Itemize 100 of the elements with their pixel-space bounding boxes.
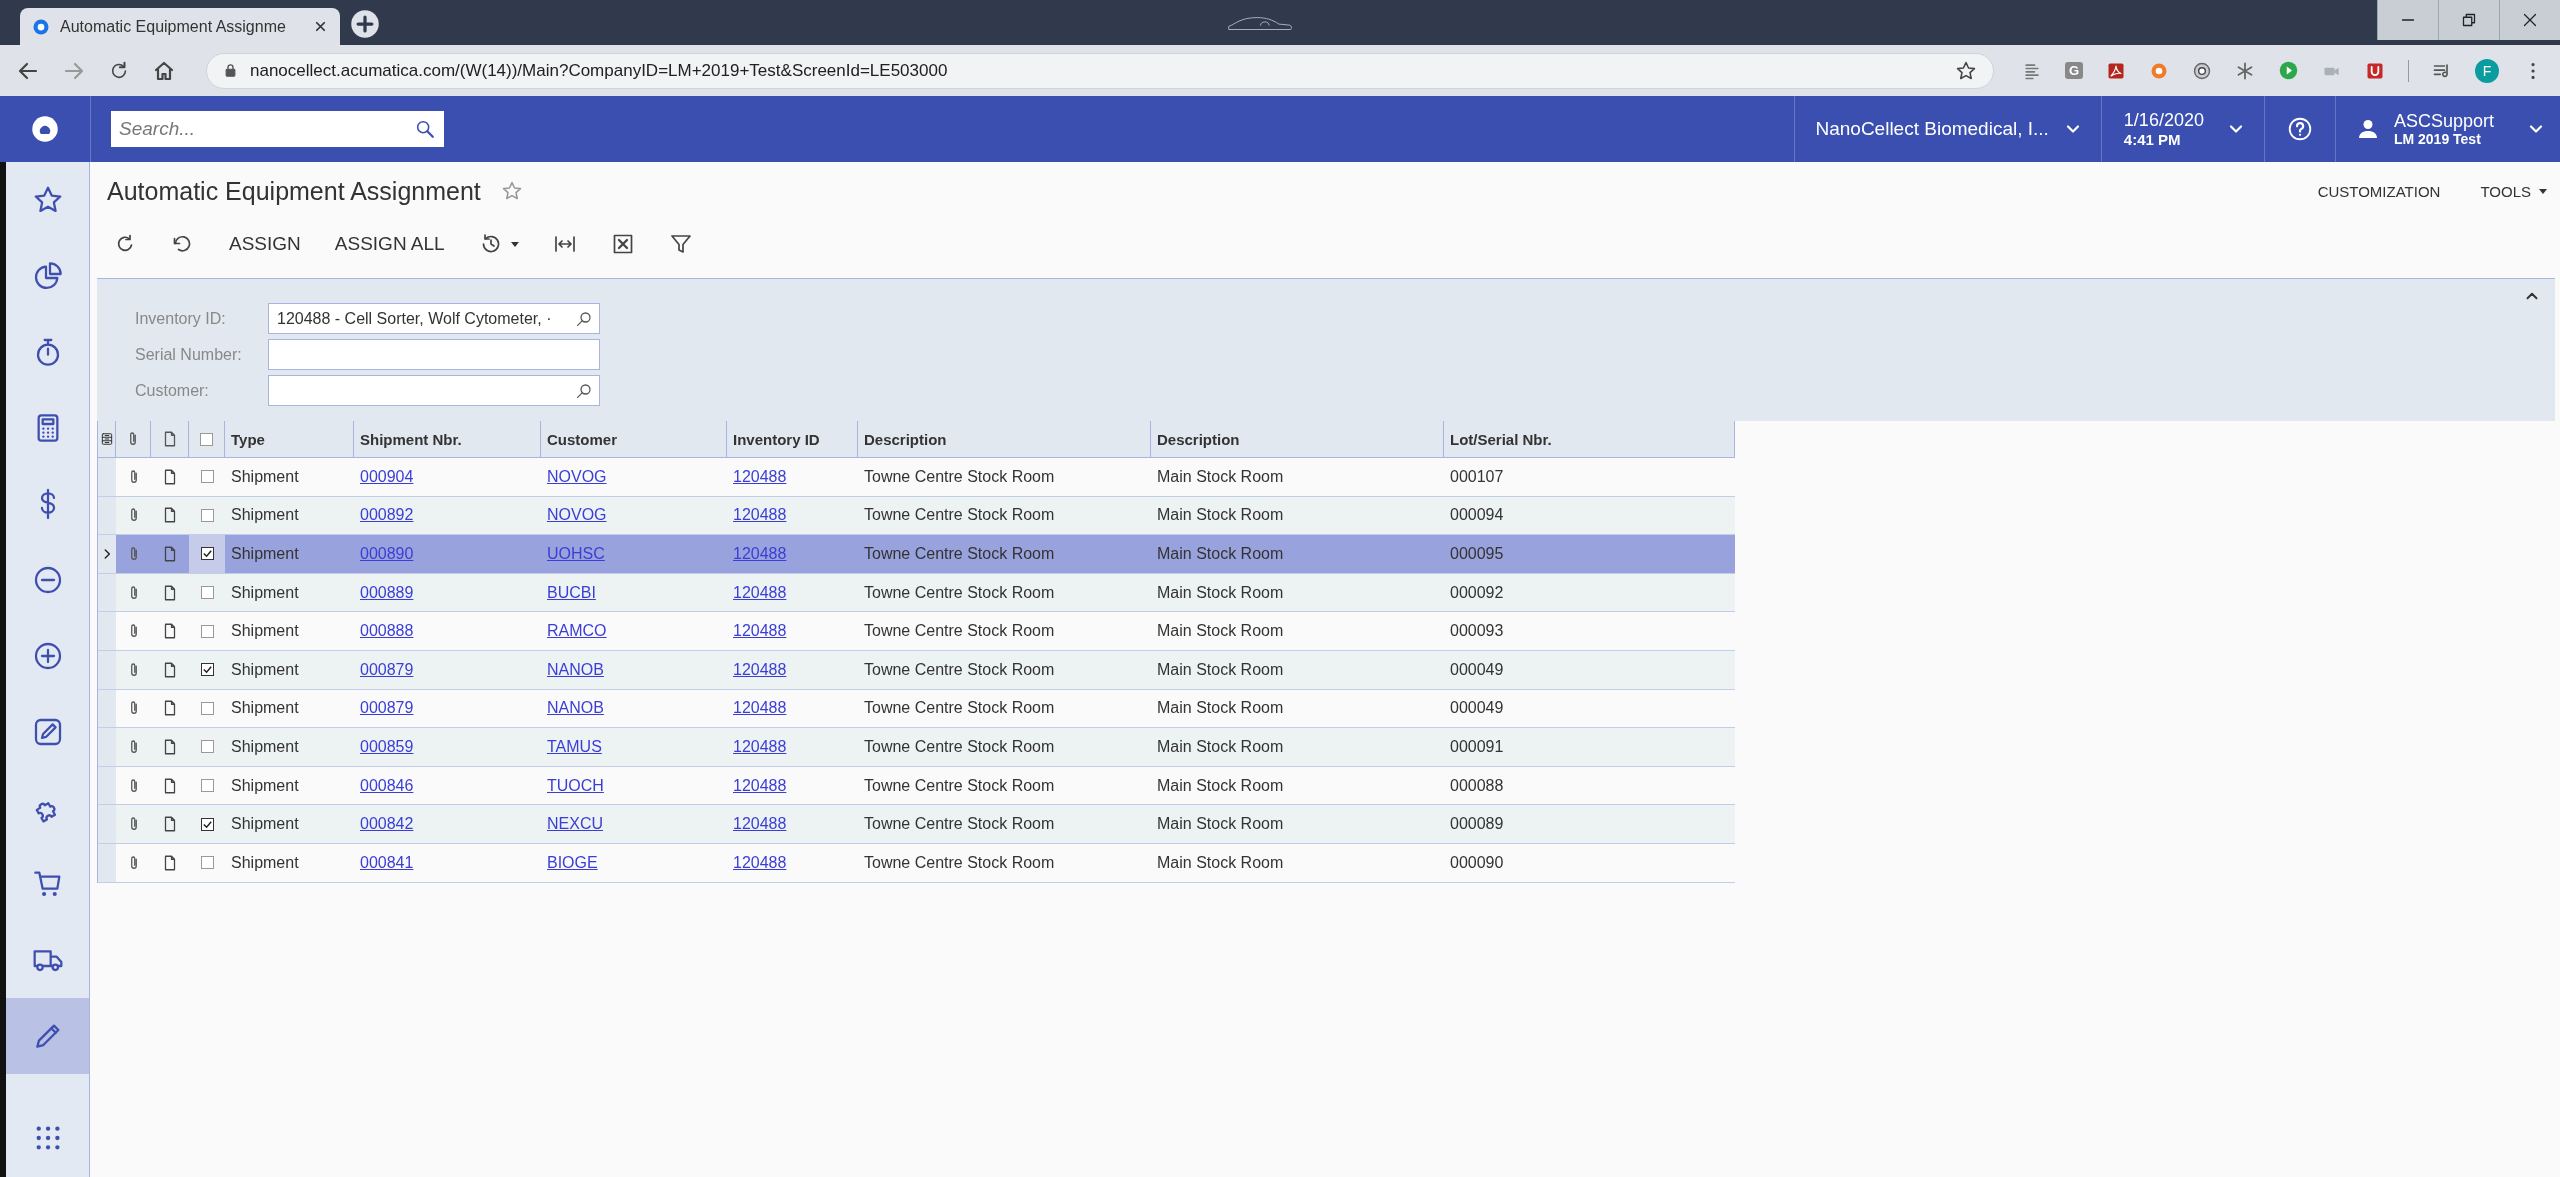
table-cell: 000049: [1450, 660, 1504, 679]
table-row[interactable]: Shipment 000890 UOHSC 120488 Towne Centre Stock Room Main Stock Room 000095: [98, 535, 1735, 574]
table-cell: 000049: [1450, 699, 1504, 718]
table-cell: Main Stock Room: [1157, 583, 1284, 602]
table-cell: 000090: [1450, 853, 1504, 872]
shipment-link[interactable]: 000841: [360, 853, 414, 872]
table-row[interactable]: Shipment 000888 RAMCO 120488 Towne Centre Stock Room Main Stock Room 000093: [98, 612, 1735, 651]
table-cell: Main Stock Room: [1157, 545, 1284, 563]
extension-button[interactable]: G: [2064, 62, 2083, 79]
table-cell: Main Stock Room: [1157, 467, 1284, 486]
url-text: nanocellect.acumatica.com/(W(14))/Main?CompanyID=LM+2019+Test&ScreenId=LE503000: [250, 60, 949, 81]
table-cell: Towne Centre Stock Room: [864, 660, 1055, 679]
table-cell: Shipment: [231, 660, 299, 679]
inventory-link[interactable]: 120488: [733, 699, 787, 718]
table-cell: Towne Centre Stock Room: [864, 853, 1055, 872]
table-cell: Shipment: [231, 545, 299, 563]
toolbar-button[interactable]: ASSIGN: [229, 233, 301, 255]
table-row[interactable]: Shipment 000879 NANOB 120488 Towne Centre Stock Room Main Stock Room 000049: [98, 650, 1735, 690]
field-label: Customer:: [135, 381, 210, 400]
inventory-link[interactable]: 120488: [733, 815, 787, 834]
lookup-field[interactable]: 120488 - Cell Sorter, Wolf Cytometer, ·: [268, 303, 600, 334]
column-header[interactable]: Customer: [541, 421, 727, 457]
shipment-link[interactable]: 000892: [360, 506, 414, 525]
toolbar-menu-button[interactable]: TOOLS: [2480, 182, 2547, 200]
table-cell: 000091: [1450, 737, 1504, 756]
table-cell: 000089: [1450, 815, 1504, 834]
table-cell: Main Stock Room: [1157, 776, 1284, 795]
toolbar-button[interactable]: ASSIGN ALL: [334, 233, 445, 255]
table-cell: Shipment: [231, 506, 299, 525]
shipment-link[interactable]: 000904: [360, 467, 414, 486]
inventory-link[interactable]: 120488: [733, 853, 787, 872]
field-label: Serial Number:: [135, 345, 243, 364]
table-cell: Shipment: [231, 853, 299, 872]
inventory-link[interactable]: 120488: [733, 506, 787, 525]
customer-link[interactable]: NOVOG: [547, 506, 607, 525]
table-cell: Towne Centre Stock Room: [864, 737, 1055, 756]
customer-link[interactable]: TUOCH: [547, 776, 604, 795]
column-header[interactable]: Type: [225, 421, 354, 457]
shipment-link[interactable]: 000888: [360, 622, 414, 641]
table-cell: 000107: [1450, 467, 1504, 486]
table-cell: Main Stock Room: [1157, 699, 1284, 718]
column-header[interactable]: Shipment Nbr.: [354, 421, 541, 457]
table-cell: 000088: [1450, 776, 1504, 795]
column-header[interactable]: Description: [1151, 421, 1444, 457]
table-cell: Towne Centre Stock Room: [864, 506, 1055, 525]
table-cell: Towne Centre Stock Room: [864, 815, 1055, 834]
customer-link[interactable]: NANOB: [547, 660, 604, 679]
table-cell: Towne Centre Stock Room: [864, 776, 1055, 795]
column-header[interactable]: Lot/Serial Nbr.: [1444, 421, 1735, 457]
inventory-link[interactable]: 120488: [733, 737, 787, 756]
table-row[interactable]: Shipment 000842 NEXCU 120488 Towne Centre Stock Room Main Stock Room 000089: [98, 805, 1735, 844]
table-cell: Main Stock Room: [1157, 815, 1284, 834]
tab-title: Automatic Equipment Assignme: [60, 17, 287, 36]
shipment-link[interactable]: 000879: [360, 660, 414, 679]
inventory-link[interactable]: 120488: [733, 776, 787, 795]
table-cell: Shipment: [231, 467, 299, 486]
inventory-link[interactable]: 120488: [733, 583, 787, 602]
shipment-link[interactable]: 000846: [360, 776, 414, 795]
user-menu[interactable]: ASCSupport LM 2019 Test: [2334, 96, 2560, 162]
inventory-link[interactable]: 120488: [733, 622, 787, 641]
customer-link[interactable]: BUCBI: [547, 583, 596, 602]
table-row[interactable]: Shipment 000859 TAMUS 120488 Towne Centre Stock Room Main Stock Room 000091: [98, 728, 1735, 767]
inventory-link[interactable]: 120488: [733, 467, 787, 486]
table-row[interactable]: Shipment 000889 BUCBI 120488 Towne Centre Stock Room Main Stock Room 000092: [98, 573, 1735, 613]
customer-link[interactable]: TAMUS: [547, 737, 602, 756]
table-cell: Towne Centre Stock Room: [864, 622, 1055, 641]
date-selector[interactable]: 1/16/2020 4:41 PM: [2100, 96, 2264, 162]
shipment-link[interactable]: 000879: [360, 699, 414, 718]
table-row[interactable]: Shipment 000892 NOVOG 120488 Towne Centre Stock Room Main Stock Room 000094: [98, 496, 1735, 536]
customer-link[interactable]: RAMCO: [547, 622, 607, 641]
search-field[interactable]: Search...: [111, 111, 444, 147]
toolbar-menu-button[interactable]: CUSTOMIZATION: [2317, 182, 2441, 200]
customer-link[interactable]: NANOB: [547, 699, 604, 718]
table-row[interactable]: Shipment 000841 BIOGE 120488 Towne Centre Stock Room Main Stock Room 000090: [98, 843, 1735, 883]
customer-link[interactable]: NEXCU: [547, 815, 603, 834]
shipment-link[interactable]: 000859: [360, 737, 414, 756]
customer-link[interactable]: NOVOG: [547, 467, 607, 486]
table-cell: Main Stock Room: [1157, 853, 1284, 872]
table-cell: Shipment: [231, 776, 299, 795]
shipment-link[interactable]: 000842: [360, 815, 414, 834]
address-bar[interactable]: nanocellect.acumatica.com/(W(14))/Main?CompanyID=LM+2019+Test&ScreenId=LE503000: [206, 52, 1994, 89]
company-selector[interactable]: NanoCellect Biomedical, I...: [1794, 96, 2101, 162]
table-cell: Towne Centre Stock Room: [864, 583, 1055, 602]
table-cell: 000093: [1450, 622, 1504, 641]
browser-tab[interactable]: Automatic Equipment Assignme: [20, 8, 340, 45]
inventory-link[interactable]: 120488: [733, 660, 787, 679]
table-cell: Main Stock Room: [1157, 622, 1284, 641]
page-title: Automatic Equipment Assignment: [107, 176, 481, 206]
field-label: Inventory ID:: [135, 309, 227, 328]
table-cell: 000094: [1450, 506, 1504, 525]
column-header[interactable]: Description: [858, 421, 1151, 457]
table-cell: Shipment: [231, 699, 299, 718]
customer-link[interactable]: BIOGE: [547, 853, 598, 872]
table-cell: Shipment: [231, 815, 299, 834]
table-cell: Main Stock Room: [1157, 506, 1284, 525]
table-cell: Shipment: [231, 622, 299, 641]
table-cell: Towne Centre Stock Room: [864, 699, 1055, 718]
shipment-link[interactable]: 000889: [360, 583, 414, 602]
column-header[interactable]: Inventory ID: [727, 421, 858, 457]
table-row[interactable]: Shipment 000904 NOVOG 120488 Towne Centre Stock Room Main Stock Room 000107: [98, 458, 1735, 497]
